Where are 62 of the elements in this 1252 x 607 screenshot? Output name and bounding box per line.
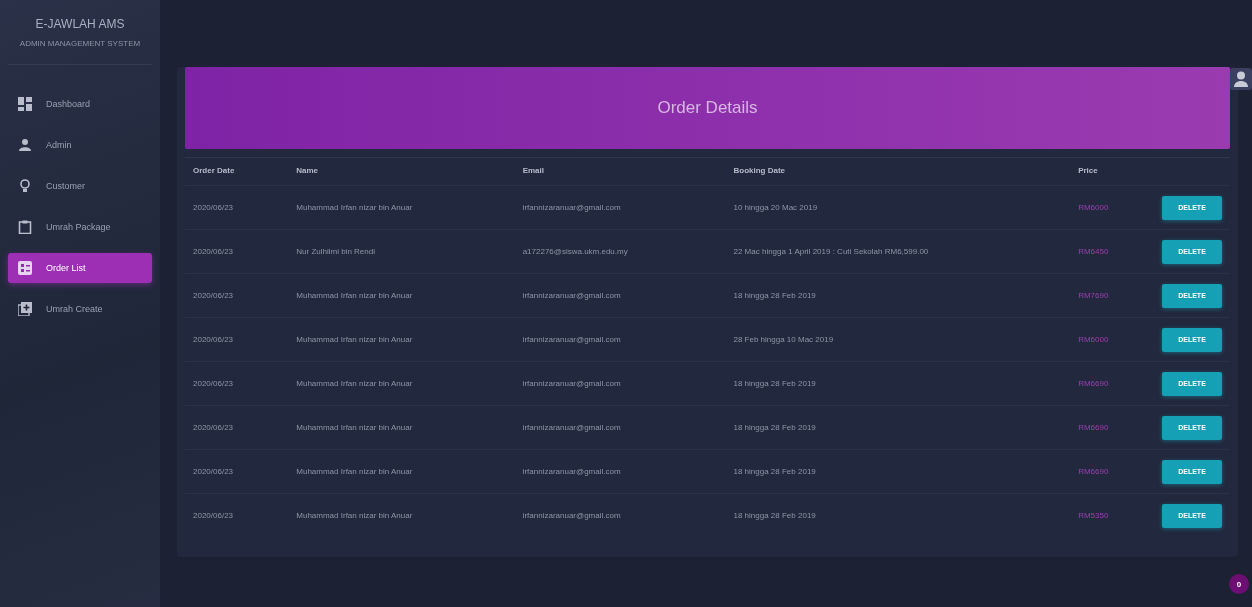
table-cell: Muhammad Irfan nizar bin Anuar: [288, 273, 515, 318]
card-title: Order Details: [657, 98, 758, 118]
table-cell: Muhammad Irfan nizar bin Anuar: [288, 405, 515, 450]
brand-subtitle: ADMIN MANAGEMENT SYSTEM: [19, 39, 141, 48]
add-box-icon: [18, 302, 32, 316]
sidebar-item[interactable]: Umrah Package: [8, 212, 152, 242]
table-cell: irfannizaranuar@gmail.com: [514, 361, 726, 406]
table-cell: 2020/06/23: [185, 185, 289, 230]
table-cell: irfannizaranuar@gmail.com: [514, 493, 726, 537]
table-cell: 18 hingga 28 Feb 2019: [725, 273, 1071, 318]
column-header: Price: [1070, 157, 1154, 186]
table-cell: 2020/06/23: [185, 273, 289, 318]
table-cell: 22 Mac hingga 1 April 2019 : Cuti Sekolah RM6,599.00: [725, 229, 1071, 274]
column-header: Order Date: [185, 157, 289, 186]
table-cell: 10 hingga 20 Mac 2019: [725, 185, 1071, 230]
table-cell: 2020/06/23: [185, 361, 289, 406]
price-cell: RM6690: [1070, 405, 1154, 450]
table-cell: 28 Feb hingga 10 Mac 2019: [725, 317, 1071, 362]
table-cell: 2020/06/23: [185, 405, 289, 450]
brand-title: E-JAWLAH AMS: [35, 17, 125, 31]
column-header: Email: [514, 157, 726, 186]
notification-badge[interactable]: 0: [1229, 574, 1249, 594]
table-cell: Muhammad Irfan nizar bin Anuar: [288, 449, 515, 494]
table-cell: 18 hingga 28 Feb 2019: [725, 493, 1071, 537]
table-cell: 2020/06/23: [185, 493, 289, 537]
price-cell: RM7690: [1070, 273, 1154, 318]
table-cell: 2020/06/23: [185, 449, 289, 494]
table-cell: 18 hingga 28 Feb 2019: [725, 361, 1071, 406]
table-cell: Muhammad Irfan nizar bin Anuar: [288, 317, 515, 362]
person-icon: [18, 138, 32, 152]
clipboard-icon: [18, 220, 32, 234]
table-cell: irfannizaranuar@gmail.com: [514, 185, 726, 230]
table-cell: irfannizaranuar@gmail.com: [514, 273, 726, 318]
user-avatar-icon[interactable]: [1230, 68, 1252, 90]
table-cell: 18 hingga 28 Feb 2019: [725, 449, 1071, 494]
price-cell: RM5350: [1070, 493, 1154, 537]
table-cell: 18 hingga 28 Feb 2019: [725, 405, 1071, 450]
table-cell: irfannizaranuar@gmail.com: [514, 405, 726, 450]
column-header: Booking Date: [725, 157, 1071, 186]
sidebar-item[interactable]: Dashboard: [8, 89, 152, 119]
table-cell: a172276@siswa.ukm.edu.my: [514, 229, 726, 274]
price-cell: RM6450: [1070, 229, 1154, 274]
price-cell: RM6000: [1070, 185, 1154, 230]
table-cell: 2020/06/23: [185, 229, 289, 274]
table-cell: irfannizaranuar@gmail.com: [514, 449, 726, 494]
table-cell: 2020/06/23: [185, 317, 289, 362]
price-cell: RM6690: [1070, 361, 1154, 406]
sidebar-item[interactable]: Order List: [8, 253, 152, 283]
table-cell: Muhammad Irfan nizar bin Anuar: [288, 493, 515, 537]
table-cell: Muhammad Irfan nizar bin Anuar: [288, 361, 515, 406]
lightbulb-icon: [18, 179, 32, 193]
dashboard-grid-icon: [18, 97, 32, 111]
price-cell: RM6690: [1070, 449, 1154, 494]
table-cell: irfannizaranuar@gmail.com: [514, 317, 726, 362]
table-cell: Muhammad Irfan nizar bin Anuar: [288, 185, 515, 230]
sidebar-item[interactable]: Customer: [8, 171, 152, 201]
column-header: Name: [288, 157, 515, 186]
table-cell: Nur Zulhilmi bin Rendi: [288, 229, 515, 274]
price-cell: RM6000: [1070, 317, 1154, 362]
sidebar-item[interactable]: Umrah Create: [8, 294, 152, 324]
sidebar-item[interactable]: Admin: [8, 130, 152, 160]
list-icon: [18, 261, 32, 275]
